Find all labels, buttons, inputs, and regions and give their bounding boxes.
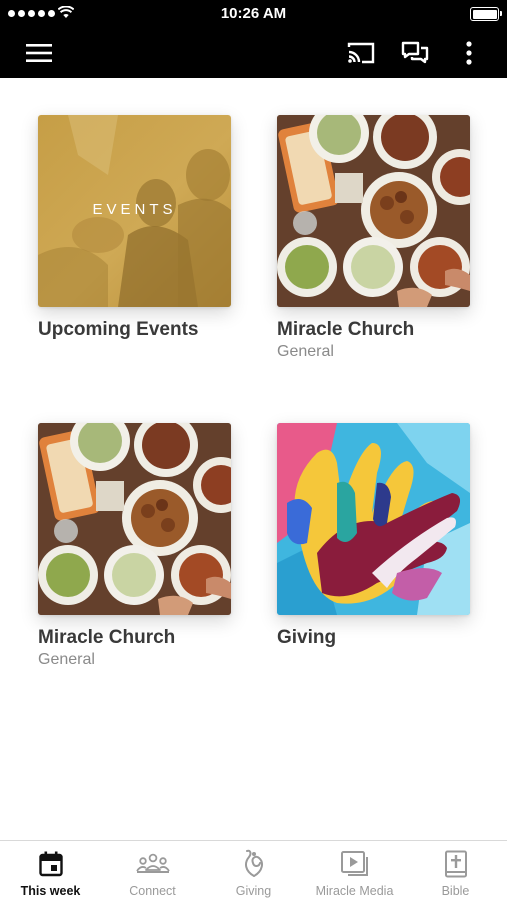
cast-button[interactable] — [344, 36, 378, 70]
tab-label: Bible — [441, 884, 470, 898]
food-table-image — [38, 423, 231, 615]
card-title: Miracle Church — [277, 319, 415, 340]
chat-button[interactable] — [398, 36, 432, 70]
tab-label: Miracle Media — [315, 884, 394, 898]
tab-connect[interactable]: Connect — [102, 841, 203, 900]
card-subtitle: General — [277, 343, 334, 360]
people-icon — [135, 853, 170, 873]
status-time: 10:26 AM — [220, 5, 287, 22]
battery-icon — [470, 7, 502, 21]
more-vertical-icon — [466, 41, 472, 65]
card-title: Upcoming Events — [38, 319, 199, 340]
events-image-label: EVENTS — [92, 201, 177, 218]
tab-label: Connect — [129, 884, 176, 898]
tab-this-week[interactable]: This week — [0, 841, 101, 900]
card-miracle-church-1[interactable]: Miracle Church General — [277, 115, 470, 361]
status-bar: 10:26 AM — [0, 0, 507, 28]
cast-icon — [347, 42, 375, 64]
card-upcoming-events[interactable]: EVENTS Upcoming Events — [38, 115, 231, 341]
menu-button[interactable] — [22, 36, 56, 70]
media-play-icon — [340, 851, 368, 876]
chat-icon — [401, 41, 429, 64]
card-title: Miracle Church — [38, 627, 176, 648]
tab-bible[interactable]: Bible — [405, 841, 506, 900]
hands-artwork-image — [277, 423, 470, 615]
tab-label: Giving — [235, 884, 272, 898]
card-miracle-church-2[interactable]: Miracle Church General — [38, 423, 231, 669]
calendar-icon — [38, 851, 63, 877]
tab-miracle-media[interactable]: Miracle Media — [304, 841, 405, 900]
menu-icon — [26, 44, 52, 62]
giving-icon — [244, 849, 263, 877]
tab-label: This week — [20, 884, 81, 898]
card-title: Giving — [277, 627, 337, 648]
food-table-image — [277, 115, 470, 307]
events-image: EVENTS — [38, 115, 231, 307]
bottom-tab-bar: This week Connect Giving Miracle Media B… — [0, 840, 507, 900]
app-bar — [0, 28, 507, 78]
tab-giving[interactable]: Giving — [203, 841, 304, 900]
bible-icon — [444, 850, 467, 878]
card-subtitle: General — [38, 651, 95, 668]
more-options-button[interactable] — [452, 36, 486, 70]
card-giving[interactable]: Giving — [277, 423, 470, 649]
